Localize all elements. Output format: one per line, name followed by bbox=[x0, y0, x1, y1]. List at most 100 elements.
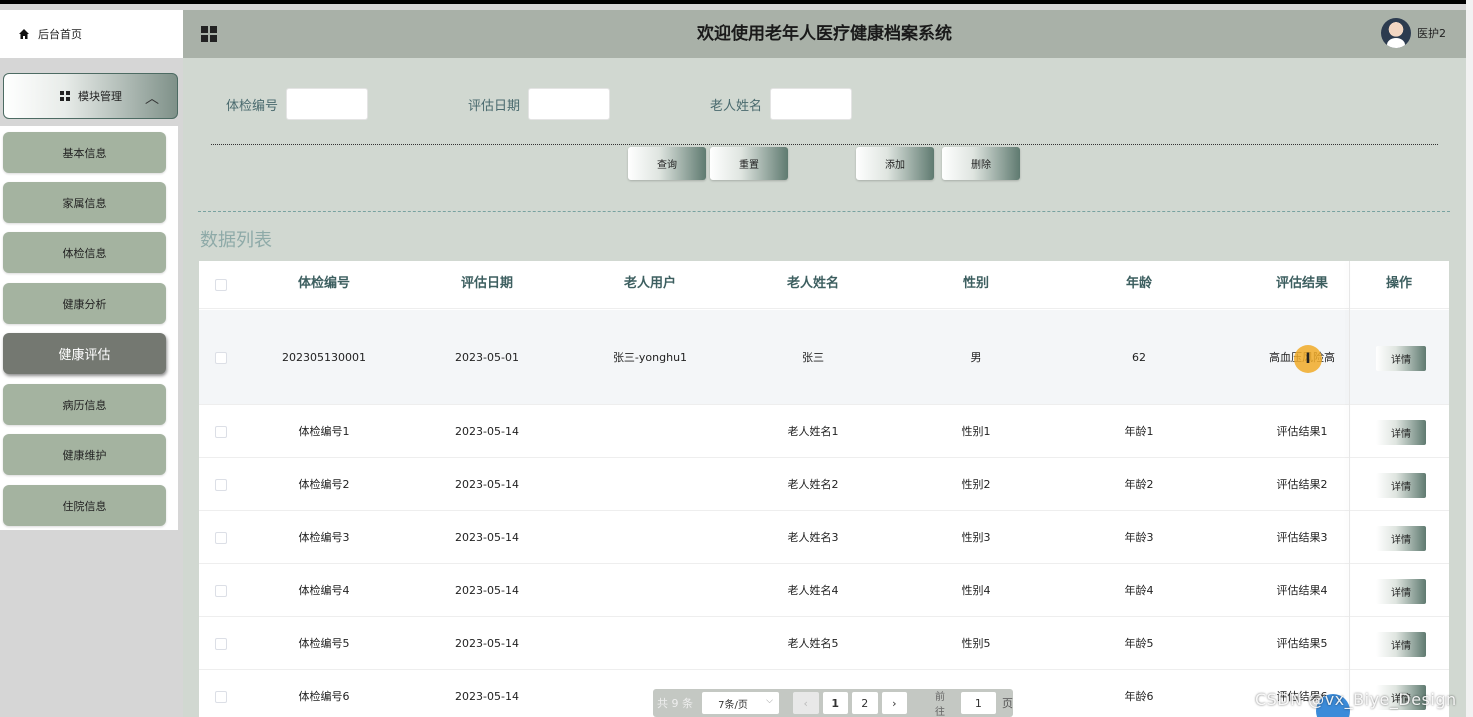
row-checkbox[interactable] bbox=[215, 637, 227, 650]
table-row: 体检编号5 2023-05-14 老人姓名5 性别5 年龄5 评估结果5 详情 bbox=[199, 617, 1449, 670]
cell-elder-name: 老人姓名5 bbox=[787, 637, 839, 650]
home-tab[interactable]: 后台首页 bbox=[0, 10, 183, 58]
detail-button[interactable]: 详情 bbox=[1376, 472, 1426, 498]
watermark: CSDN @vx_Biye_Design bbox=[1255, 690, 1457, 709]
cell-result: 评估结果3 bbox=[1276, 531, 1328, 544]
search-group-elder-name: 老人姓名 bbox=[710, 88, 853, 120]
cell-result: 评估结果2 bbox=[1276, 478, 1328, 491]
cell-elder-user bbox=[570, 458, 730, 510]
cell-result: 评估结果5 bbox=[1276, 637, 1328, 650]
cell-result: 评估结果1 bbox=[1276, 425, 1328, 438]
page-unit-label: 页 bbox=[1002, 697, 1013, 710]
cell-gender: 性别4 bbox=[961, 584, 991, 597]
mouse-cursor-indicator: I bbox=[1294, 345, 1322, 373]
cell-age: 年龄4 bbox=[1124, 584, 1154, 597]
system-title: 欢迎使用老年人医疗健康档案系统 bbox=[697, 24, 952, 44]
sidebar-item-health-analysis[interactable]: 健康分析 bbox=[3, 283, 166, 324]
cell-assess-date: 2023-05-14 bbox=[455, 636, 519, 650]
sidebar-item-hospitalization[interactable]: 住院信息 bbox=[3, 485, 166, 526]
sidebar-item-checkup-info[interactable]: 体检信息 bbox=[3, 232, 166, 273]
user-menu[interactable]: 医护2 bbox=[1381, 18, 1446, 48]
search-group-checkup-no: 体检编号 bbox=[226, 88, 369, 120]
prev-page-button[interactable]: ‹ bbox=[792, 692, 819, 714]
fixed-column-divider bbox=[1349, 261, 1350, 717]
delete-button[interactable]: 删除 bbox=[942, 147, 1020, 180]
elder-name-input[interactable] bbox=[770, 88, 853, 120]
data-table: 体检编号 评估日期 老人用户 老人姓名 性别 年龄 评估结果 操作 202305… bbox=[199, 261, 1449, 717]
row-checkbox[interactable] bbox=[215, 478, 227, 491]
cell-age: 62 bbox=[1132, 350, 1146, 364]
module-grid-icon bbox=[60, 91, 70, 101]
col-header-gender[interactable]: 性别 bbox=[896, 261, 1056, 309]
cell-elder-name: 老人姓名4 bbox=[787, 584, 839, 597]
pagination: 共 9 条 7条/页 ⌵ ‹ 1 2 › 前往 1 页 bbox=[653, 689, 1013, 717]
goto-label: 前往 bbox=[935, 692, 946, 717]
detail-button[interactable]: 详情 bbox=[1376, 578, 1426, 604]
detail-button[interactable]: 详情 bbox=[1376, 631, 1426, 657]
cell-checkup-no: 体检编号3 bbox=[298, 531, 350, 544]
pagination-total: 共 9 条 bbox=[657, 697, 693, 710]
app-frame: 后台首页 欢迎使用老年人医疗健康档案系统 医护2 模块管理 ︿ 基本信息 家属信… bbox=[0, 4, 1466, 717]
module-management-toggle[interactable]: 模块管理 ︿ bbox=[3, 73, 178, 119]
next-page-button[interactable]: › bbox=[881, 692, 908, 714]
col-header-elder-name[interactable]: 老人姓名 bbox=[733, 261, 893, 309]
row-checkbox[interactable] bbox=[215, 425, 227, 438]
home-icon bbox=[19, 29, 29, 39]
cell-age: 年龄5 bbox=[1124, 637, 1154, 650]
col-header-checkup-no[interactable]: 体检编号 bbox=[244, 261, 404, 309]
cell-checkup-no: 202305130001 bbox=[282, 350, 366, 364]
section-divider bbox=[198, 211, 1450, 212]
cell-age: 年龄6 bbox=[1124, 690, 1154, 703]
row-checkbox[interactable] bbox=[215, 351, 227, 364]
sidebar-item-medical-records[interactable]: 病历信息 bbox=[3, 384, 166, 425]
page-size-select[interactable]: 7条/页 ⌵ bbox=[702, 692, 779, 714]
avatar[interactable] bbox=[1381, 18, 1411, 48]
sidebar-item-family-info[interactable]: 家属信息 bbox=[3, 182, 166, 223]
main-content: 体检编号 评估日期 老人姓名 查询 重置 添加 删除 数据列表 体检编号 评估日… bbox=[183, 58, 1466, 717]
goto-page-input[interactable]: 1 bbox=[960, 692, 996, 714]
page-1-button[interactable]: 1 bbox=[822, 692, 849, 714]
reset-button[interactable]: 重置 bbox=[710, 147, 788, 180]
home-tab-label: 后台首页 bbox=[38, 28, 82, 41]
divider bbox=[211, 144, 1438, 145]
detail-button[interactable]: 详情 bbox=[1376, 525, 1426, 551]
row-checkbox[interactable] bbox=[215, 584, 227, 597]
row-checkbox[interactable] bbox=[215, 690, 227, 703]
menu-panel: 基本信息 家属信息 体检信息 健康分析 健康评估 病历信息 健康维护 住院信息 bbox=[0, 126, 178, 530]
cell-assess-date: 2023-05-14 bbox=[455, 530, 519, 544]
cell-elder-user bbox=[570, 511, 730, 563]
search-group-assess-date: 评估日期 bbox=[468, 88, 611, 120]
cell-assess-date: 2023-05-14 bbox=[455, 689, 519, 703]
cell-elder-name: 老人姓名1 bbox=[787, 425, 839, 438]
row-checkbox[interactable] bbox=[215, 531, 227, 544]
cell-elder-user bbox=[570, 405, 730, 457]
cell-assess-date: 2023-05-01 bbox=[455, 350, 519, 364]
cell-elder-name: 老人姓名3 bbox=[787, 531, 839, 544]
table-row: 体检编号2 2023-05-14 老人姓名2 性别2 年龄2 评估结果2 详情 bbox=[199, 458, 1449, 511]
col-header-assess-date[interactable]: 评估日期 bbox=[407, 261, 567, 309]
search-form: 体检编号 评估日期 老人姓名 bbox=[226, 88, 952, 120]
cell-assess-date: 2023-05-14 bbox=[455, 583, 519, 597]
page-2-button[interactable]: 2 bbox=[852, 692, 878, 714]
page-size-value: 7条/页 bbox=[718, 699, 748, 711]
checkup-no-input[interactable] bbox=[286, 88, 369, 120]
sidebar-item-basic-info[interactable]: 基本信息 bbox=[3, 132, 166, 173]
cell-gender: 性别3 bbox=[961, 531, 991, 544]
add-button[interactable]: 添加 bbox=[856, 147, 934, 180]
vertical-scrollbar[interactable] bbox=[1466, 0, 1473, 717]
cell-elder-user bbox=[570, 617, 730, 669]
sidebar-item-health-assessment[interactable]: 健康评估 bbox=[3, 333, 166, 374]
user-name: 医护2 bbox=[1417, 27, 1446, 40]
col-header-age[interactable]: 年龄 bbox=[1059, 261, 1219, 309]
cell-checkup-no: 体检编号6 bbox=[298, 690, 350, 703]
select-all-checkbox[interactable] bbox=[215, 279, 227, 291]
detail-button[interactable]: 详情 bbox=[1376, 419, 1426, 445]
cell-elder-user: 张三-yonghu1 bbox=[612, 351, 688, 364]
col-header-actions: 操作 bbox=[1385, 276, 1412, 291]
assess-date-label: 评估日期 bbox=[468, 98, 521, 114]
query-button[interactable]: 查询 bbox=[628, 147, 706, 180]
detail-button[interactable]: 详情 bbox=[1376, 345, 1426, 371]
sidebar-item-health-maintenance[interactable]: 健康维护 bbox=[3, 434, 166, 475]
assess-date-input[interactable] bbox=[528, 88, 611, 120]
col-header-elder-user[interactable]: 老人用户 bbox=[570, 261, 730, 309]
